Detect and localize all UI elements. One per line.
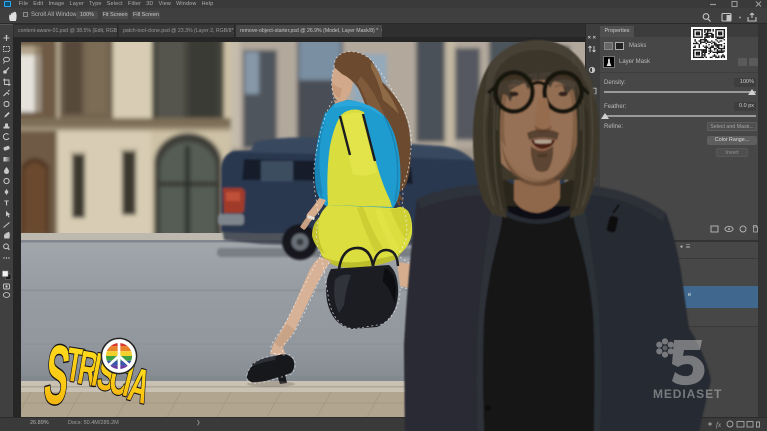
svg-text:T: T	[4, 199, 9, 208]
svg-text:MEDIASET: MEDIASET	[653, 387, 722, 401]
